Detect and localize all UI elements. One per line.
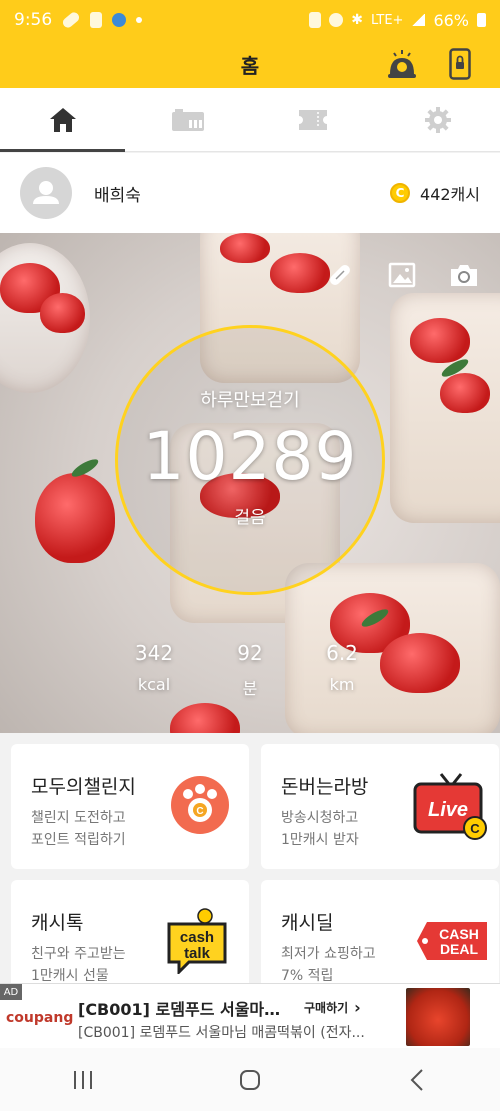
cash-balance[interactable]: C 442캐시	[390, 181, 480, 205]
back-icon	[410, 1068, 423, 1091]
ad-product-image[interactable]	[406, 988, 470, 1046]
status-time: 9:56	[14, 10, 53, 30]
pill-icon	[330, 265, 350, 285]
tab-ticket[interactable]	[250, 88, 375, 151]
step-ring[interactable]: 하루만보걷기 10289 걸음	[115, 325, 385, 595]
stat-distance: 6.2 km	[302, 641, 382, 694]
stat-value: 6.2	[326, 641, 358, 665]
stat-value: 342	[134, 641, 174, 665]
step-counter-hero: 하루만보걷기 10289 걸음 342 kcal 92 분 6.2 km	[0, 233, 500, 733]
ad-brand-logo: coupang	[6, 1010, 74, 1026]
screenshot-icon	[309, 12, 322, 28]
step-title: 하루만보걷기	[200, 390, 300, 411]
step-count: 10289	[142, 418, 358, 495]
ad-badge: AD	[0, 984, 22, 1000]
bluetooth-icon: ✱	[351, 12, 363, 28]
svg-text:C: C	[196, 806, 203, 817]
network-type: LTE+	[370, 12, 404, 28]
phone-lock-icon	[449, 48, 471, 80]
alarm-icon	[329, 13, 344, 27]
svg-text:C: C	[470, 821, 480, 836]
camera-button[interactable]	[446, 257, 482, 293]
bell-icon	[388, 50, 416, 78]
cashdeal-text-2: DEAL	[440, 941, 479, 957]
feature-cards: 모두의챌린지 챌린지 도전하고 포인트 적립하기 C 돈버는라방 방송시청하고 …	[0, 733, 500, 1005]
ticket-icon	[298, 109, 327, 130]
dot-icon	[136, 17, 143, 23]
stat-value: 92	[237, 641, 263, 665]
gear-icon	[424, 106, 451, 133]
cashbell-button[interactable]	[384, 46, 420, 82]
cash-amount: 442캐시	[420, 185, 480, 204]
live-text: Live	[428, 799, 468, 821]
profile-row[interactable]: 배희숙 C 442캐시	[0, 153, 500, 233]
hero-toolbar	[322, 257, 482, 293]
cashdeal-text-1: CASH	[439, 926, 479, 942]
pill-button[interactable]	[322, 257, 358, 293]
cashtalk-text-2: talk	[184, 945, 211, 962]
avatar[interactable]	[20, 167, 72, 219]
notification-icon	[90, 12, 103, 28]
lock-screen-button[interactable]	[442, 46, 478, 82]
pill-icon	[61, 10, 82, 30]
globe-icon	[112, 13, 127, 27]
tab-home[interactable]	[0, 88, 125, 152]
battery-icon	[477, 13, 486, 27]
home-circle-icon	[239, 1069, 260, 1090]
stat-unit: kcal	[137, 675, 171, 694]
person-icon	[33, 181, 59, 204]
ad-description: [CB001] 로뎀푸드 서울마님 매콤떡볶이 (전자...	[78, 1025, 365, 1041]
image-icon	[388, 262, 416, 288]
card-challenge[interactable]: 모두의챌린지 챌린지 도전하고 포인트 적립하기 C	[11, 744, 249, 869]
stat-unit: 분	[242, 679, 258, 698]
system-nav-bar	[0, 1048, 500, 1111]
coin-icon: C	[390, 183, 411, 203]
card-live[interactable]: 돈버는라방 방송시청하고 1만캐시 받자 Live C	[261, 744, 499, 869]
stat-unit: km	[329, 675, 355, 694]
home-nav-button[interactable]	[232, 1062, 268, 1098]
cashtalk-icon: cash talk	[165, 908, 231, 978]
recents-icon	[74, 1070, 93, 1089]
page-title: 홈	[240, 53, 260, 78]
recents-button[interactable]	[65, 1062, 101, 1098]
signal-icon	[411, 14, 426, 26]
live-tv-icon: Live C	[413, 770, 489, 846]
user-name: 배희숙	[94, 185, 141, 206]
tab-bar	[0, 88, 500, 152]
gallery-button[interactable]	[384, 257, 420, 293]
store-icon	[171, 108, 204, 131]
stat-minutes: 92 분	[210, 641, 290, 699]
tab-store[interactable]	[125, 88, 250, 151]
back-button[interactable]	[399, 1062, 435, 1098]
battery-level: 66%	[433, 10, 469, 30]
cashdeal-tag-icon: CASH DEAL	[415, 920, 489, 966]
chevron-right-icon: ›	[354, 998, 361, 1017]
tab-settings[interactable]	[375, 88, 500, 151]
ad-banner[interactable]: AD coupang [CB001] 로뎀푸드 서울마님 ... 구매하기 › …	[0, 983, 500, 1048]
challenge-icon: C	[169, 774, 231, 840]
status-bar: 9:56 ✱ LTE+ 66%	[0, 0, 500, 40]
ad-title: [CB001] 로뎀푸드 서울마님 ...	[78, 1000, 293, 1019]
stat-calories: 342 kcal	[114, 641, 194, 694]
ad-buy-button[interactable]: 구매하기 ›	[304, 998, 361, 1017]
cashtalk-text-1: cash	[180, 929, 214, 946]
app-bar: 홈	[0, 40, 500, 88]
step-unit: 걸음	[234, 508, 266, 528]
camera-icon	[451, 265, 477, 286]
home-icon	[49, 107, 76, 132]
ad-buy-label: 구매하기	[304, 1001, 349, 1015]
